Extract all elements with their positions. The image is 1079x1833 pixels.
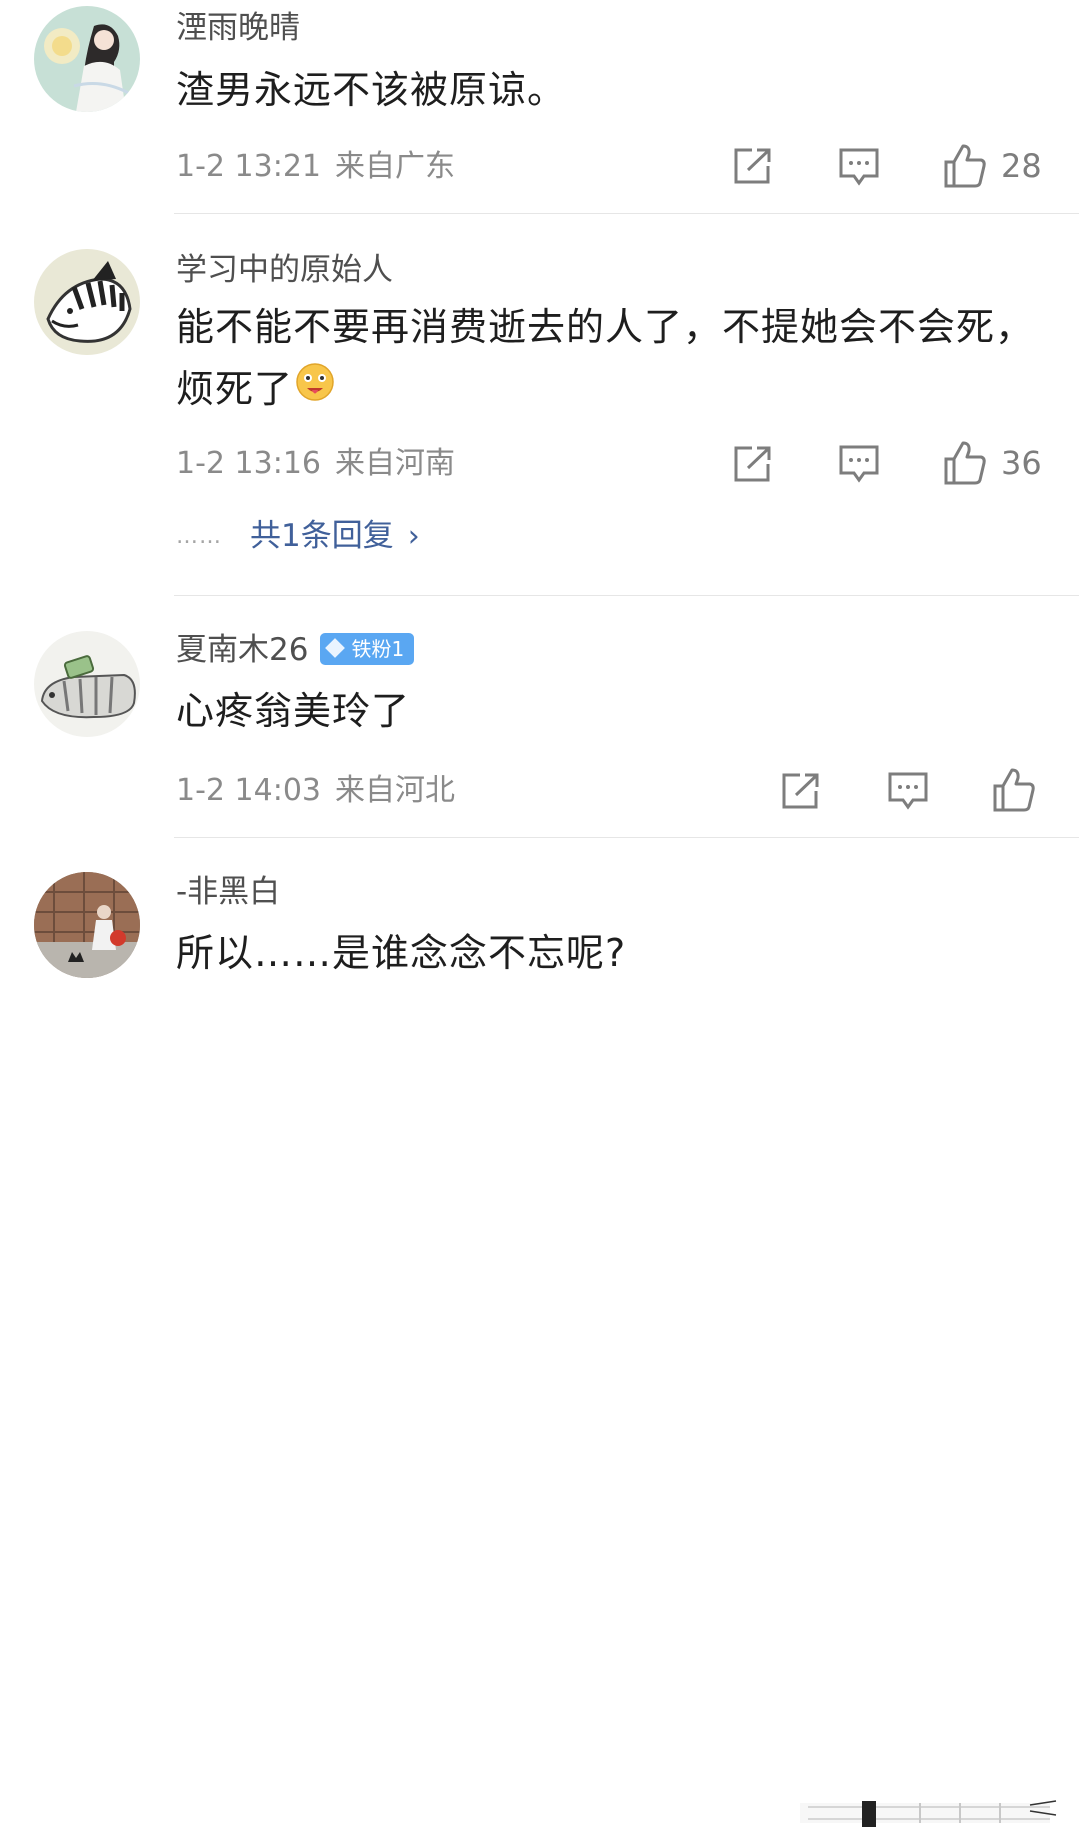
comment-button[interactable] [838,146,880,188]
comment-button[interactable] [887,770,929,812]
comment-location: 来自广东 [335,149,455,184]
comment-item: 夏南木26 铁粉1 心疼翁美玲了 1-2 14:03 来自河北 [0,596,1079,838]
comment-time: 1-2 13:21 [176,149,321,184]
comment-button[interactable] [838,443,880,485]
chevron-right-icon: › [407,518,420,554]
avatar[interactable] [34,872,140,978]
comment-item: 学习中的原始人 能不能不要再消费逝去的人了，不提她会不会死，烦死了 1-2 13… [0,214,1079,596]
comment-time: 1-2 14:03 [176,773,321,808]
avatar[interactable] [34,631,140,737]
comment-meta: 1-2 13:16 来自河南 [176,444,455,484]
comment-icon [839,148,879,186]
thumbs-up-icon [993,768,1035,812]
reply-summary[interactable]: …… 共1条回复 › [176,516,420,556]
diamond-icon [325,638,346,658]
comment-icon [839,445,879,483]
username[interactable]: 学习中的原始人 [176,250,393,290]
share-icon [734,446,771,482]
username-text: 夏南木26 [176,632,309,668]
comment-icon [888,772,928,810]
comment-item: 湮雨晚晴 渣男永远不该被原谅。 1-2 13:21 来自广东 28 [0,0,1079,214]
comment-time: 1-2 13:16 [176,446,321,481]
thumbs-up-icon [944,144,986,188]
comment-text: 能不能不要再消费逝去的人了，不提她会不会死，烦死了 [176,296,1056,423]
comment-location: 来自河南 [335,446,455,481]
view-replies-link[interactable]: 共1条回复 [250,516,394,556]
thumbs-up-icon [944,441,986,485]
like-button[interactable]: 28 [943,143,1042,189]
partial-toolbar-artifact [800,1800,1057,1827]
like-button[interactable] [992,767,1036,813]
comment-meta: 1-2 13:21 来自广东 [176,147,455,187]
comment-text: 心疼翁美玲了 [176,689,411,733]
share-icon [734,148,771,184]
like-count: 28 [1001,147,1042,185]
badge-label: 铁粉1 [351,636,405,661]
username[interactable]: -非黑白 [176,872,280,912]
like-count: 36 [1001,444,1042,482]
share-button[interactable] [780,771,822,811]
username[interactable]: 湮雨晚晴 [176,8,300,48]
avatar[interactable] [34,6,140,112]
share-button[interactable] [732,146,774,186]
comment-item: -非黑白 所以……是谁念念不忘呢? [0,838,1079,1827]
comment-text: 所以……是谁念念不忘呢? [176,931,627,975]
username[interactable]: 夏南木26 铁粉1 [176,630,415,670]
comment-location: 来自河北 [335,773,455,808]
comment-meta: 1-2 14:03 来自河北 [176,771,455,811]
comment-text: 渣男永远不该被原谅。 [176,68,567,112]
share-button[interactable] [732,444,774,484]
share-icon [782,773,819,809]
like-button[interactable]: 36 [943,440,1042,486]
fan-badge: 铁粉1 [320,632,415,665]
avatar[interactable] [34,249,140,355]
reply-dots: …… [176,523,222,549]
emoji-icon [295,358,335,420]
